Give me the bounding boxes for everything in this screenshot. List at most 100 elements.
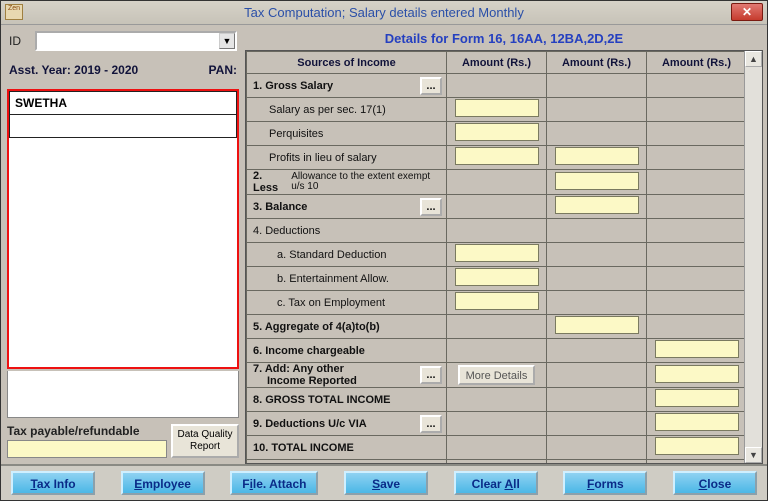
label-total-not-rounded: 10. Total Income(NOT rounded off) [247,460,447,464]
row-add-other-income: 7. Add: Any otherIncome Reported... More… [247,363,745,388]
label-gti: 8. GROSS TOTAL INCOME [247,388,447,412]
input-less-allowance[interactable] [555,172,639,190]
row-aggregate: 5. Aggregate of 4(a)to(b) [247,315,745,339]
col-sources: Sources of Income [247,52,447,74]
vertical-scrollbar[interactable]: ▲ ▼ [744,51,762,463]
label-gross-salary: 1. Gross Salary [253,80,333,92]
tax-payable-row: Tax payable/refundable Data Quality Repo… [5,422,241,460]
file-attach-button[interactable]: File. Attach [230,471,318,495]
tax-payable-value [7,440,167,458]
row-income-chargeable: 6. Income chargeable [247,339,745,363]
col-amount-2: Amount (Rs.) [547,52,647,74]
grid-header-row: Sources of Income Amount (Rs.) Amount (R… [247,52,745,74]
col-amount-3: Amount (Rs.) [647,52,745,74]
employee-list[interactable]: SWETHA [7,89,239,369]
right-pane: Details for Form 16, 16AA, 12BA,2D,2E So… [245,25,767,464]
grid-scroll: Sources of Income Amount (Rs.) Amount (R… [246,51,744,463]
close-button[interactable]: Close [673,471,757,495]
tax-payable-label: Tax payable/refundable [7,424,167,438]
scroll-down-button[interactable]: ▼ [745,447,762,463]
row-profits-lieu: Profits in lieu of salary [247,146,745,170]
label-std-deduction: a. Standard Deduction [247,243,447,267]
deductions-via-details-button[interactable]: ... [420,415,442,433]
add-other-details-button[interactable]: ... [420,366,442,384]
clear-all-button[interactable]: Clear All [454,471,538,495]
id-label: ID [9,34,29,48]
row-balance: 3. Balance... [247,195,745,219]
id-input[interactable] [35,31,237,51]
list-item[interactable]: SWETHA [10,92,237,115]
close-icon: ✕ [742,5,752,19]
content-area: ID ▼ Asst. Year: 2019 - 2020 PAN: SWETHA [1,25,767,464]
chevron-down-icon: ▼ [223,36,232,46]
row-total-not-rounded: 10. Total Income(NOT rounded off) [247,460,745,464]
col-amount-1: Amount (Rs.) [447,52,547,74]
id-row: ID ▼ [5,31,241,57]
bottom-toolbar: Tax Info Employee File. Attach Save Clea… [1,464,767,500]
row-deductions-via: 9. Deductions U/c VIA... [247,412,745,436]
list-item-name: SWETHA [10,92,237,115]
row-salary-17-1: Salary as per sec. 17(1) [247,98,745,122]
label-ded-via: 9. Deductions U/c VIA [253,418,367,430]
more-details-button[interactable]: More Details [458,365,536,385]
pan-label: PAN: [209,63,237,77]
data-quality-report-button[interactable]: Data Quality Report [171,424,239,458]
row-gross-total-income: 8. GROSS TOTAL INCOME [247,388,745,412]
tax-info-button[interactable]: Tax Info [11,471,95,495]
row-gross-salary: 1. Gross Salary... [247,74,745,98]
label-aggregate: 5. Aggregate of 4(a)to(b) [247,315,447,339]
input-add-other-income[interactable] [655,365,739,383]
input-perquisites[interactable] [455,123,539,141]
label-tax-employment: c. Tax on Employment [247,291,447,315]
window-title: Tax Computation; Salary details entered … [244,5,524,20]
input-std-deduction[interactable] [455,244,539,262]
label-perquisites: Perquisites [247,122,447,146]
input-tax-employment[interactable] [455,292,539,310]
row-std-deduction: a. Standard Deduction [247,243,745,267]
window-close-button[interactable]: ✕ [731,3,763,21]
readonly-aggregate [555,316,639,334]
input-profits-lieu[interactable] [455,147,539,165]
label-income-chargeable: 6. Income chargeable [247,339,447,363]
list-item[interactable] [10,115,237,138]
label-less-sub: Allowance to the extent exempt u/s 10 [291,172,446,192]
save-button[interactable]: Save [344,471,428,495]
label-profits-lieu: Profits in lieu of salary [247,146,447,170]
id-field: ▼ [35,31,237,51]
form-title: Details for Form 16, 16AA, 12BA,2D,2E [245,29,763,50]
id-dropdown-button[interactable]: ▼ [219,33,235,49]
readonly-gti [655,389,739,407]
asst-year-label: Asst. Year: 2019 - 2020 [9,63,138,77]
row-perquisites: Perquisites [247,122,745,146]
label-add-other-1: 7. Add: Any other [253,363,344,375]
readonly-profits-lieu-total [555,147,639,165]
readonly-total-income [655,437,739,455]
input-salary-17-1[interactable] [455,99,539,117]
row-less-allowance: 2. LessAllowance to the extent exempt u/… [247,170,745,195]
label-balance: 3. Balance [253,201,307,213]
chevron-down-icon: ▼ [749,450,758,460]
app-window: Zen Tax Computation; Salary details ente… [0,0,768,501]
input-deductions-via[interactable] [655,413,739,431]
left-spacer [7,371,239,418]
readonly-balance [555,196,639,214]
forms-button[interactable]: Forms [563,471,647,495]
assessment-year-row: Asst. Year: 2019 - 2020 PAN: [5,57,241,83]
balance-details-button[interactable]: ... [420,198,442,216]
row-tax-employment: c. Tax on Employment [247,291,745,315]
label-less: 2. Less [253,170,287,194]
row-entertainment-allow: b. Entertainment Allow. [247,267,745,291]
label-deductions: 4. Deductions [247,219,447,243]
readonly-income-chargeable [655,340,739,358]
label-entertainment-allow: b. Entertainment Allow. [247,267,447,291]
income-grid: Sources of Income Amount (Rs.) Amount (R… [246,51,744,463]
employee-button[interactable]: Employee [121,471,205,495]
left-pane: ID ▼ Asst. Year: 2019 - 2020 PAN: SWETHA [1,25,245,464]
chevron-up-icon: ▲ [749,54,758,64]
input-entertainment-allow[interactable] [455,268,539,286]
label-total-income: 10. TOTAL INCOME [247,436,447,460]
scroll-up-button[interactable]: ▲ [745,51,762,67]
gross-salary-details-button[interactable]: ... [420,77,442,95]
label-salary-17-1: Salary as per sec. 17(1) [247,98,447,122]
app-logo-icon: Zen [5,4,23,20]
